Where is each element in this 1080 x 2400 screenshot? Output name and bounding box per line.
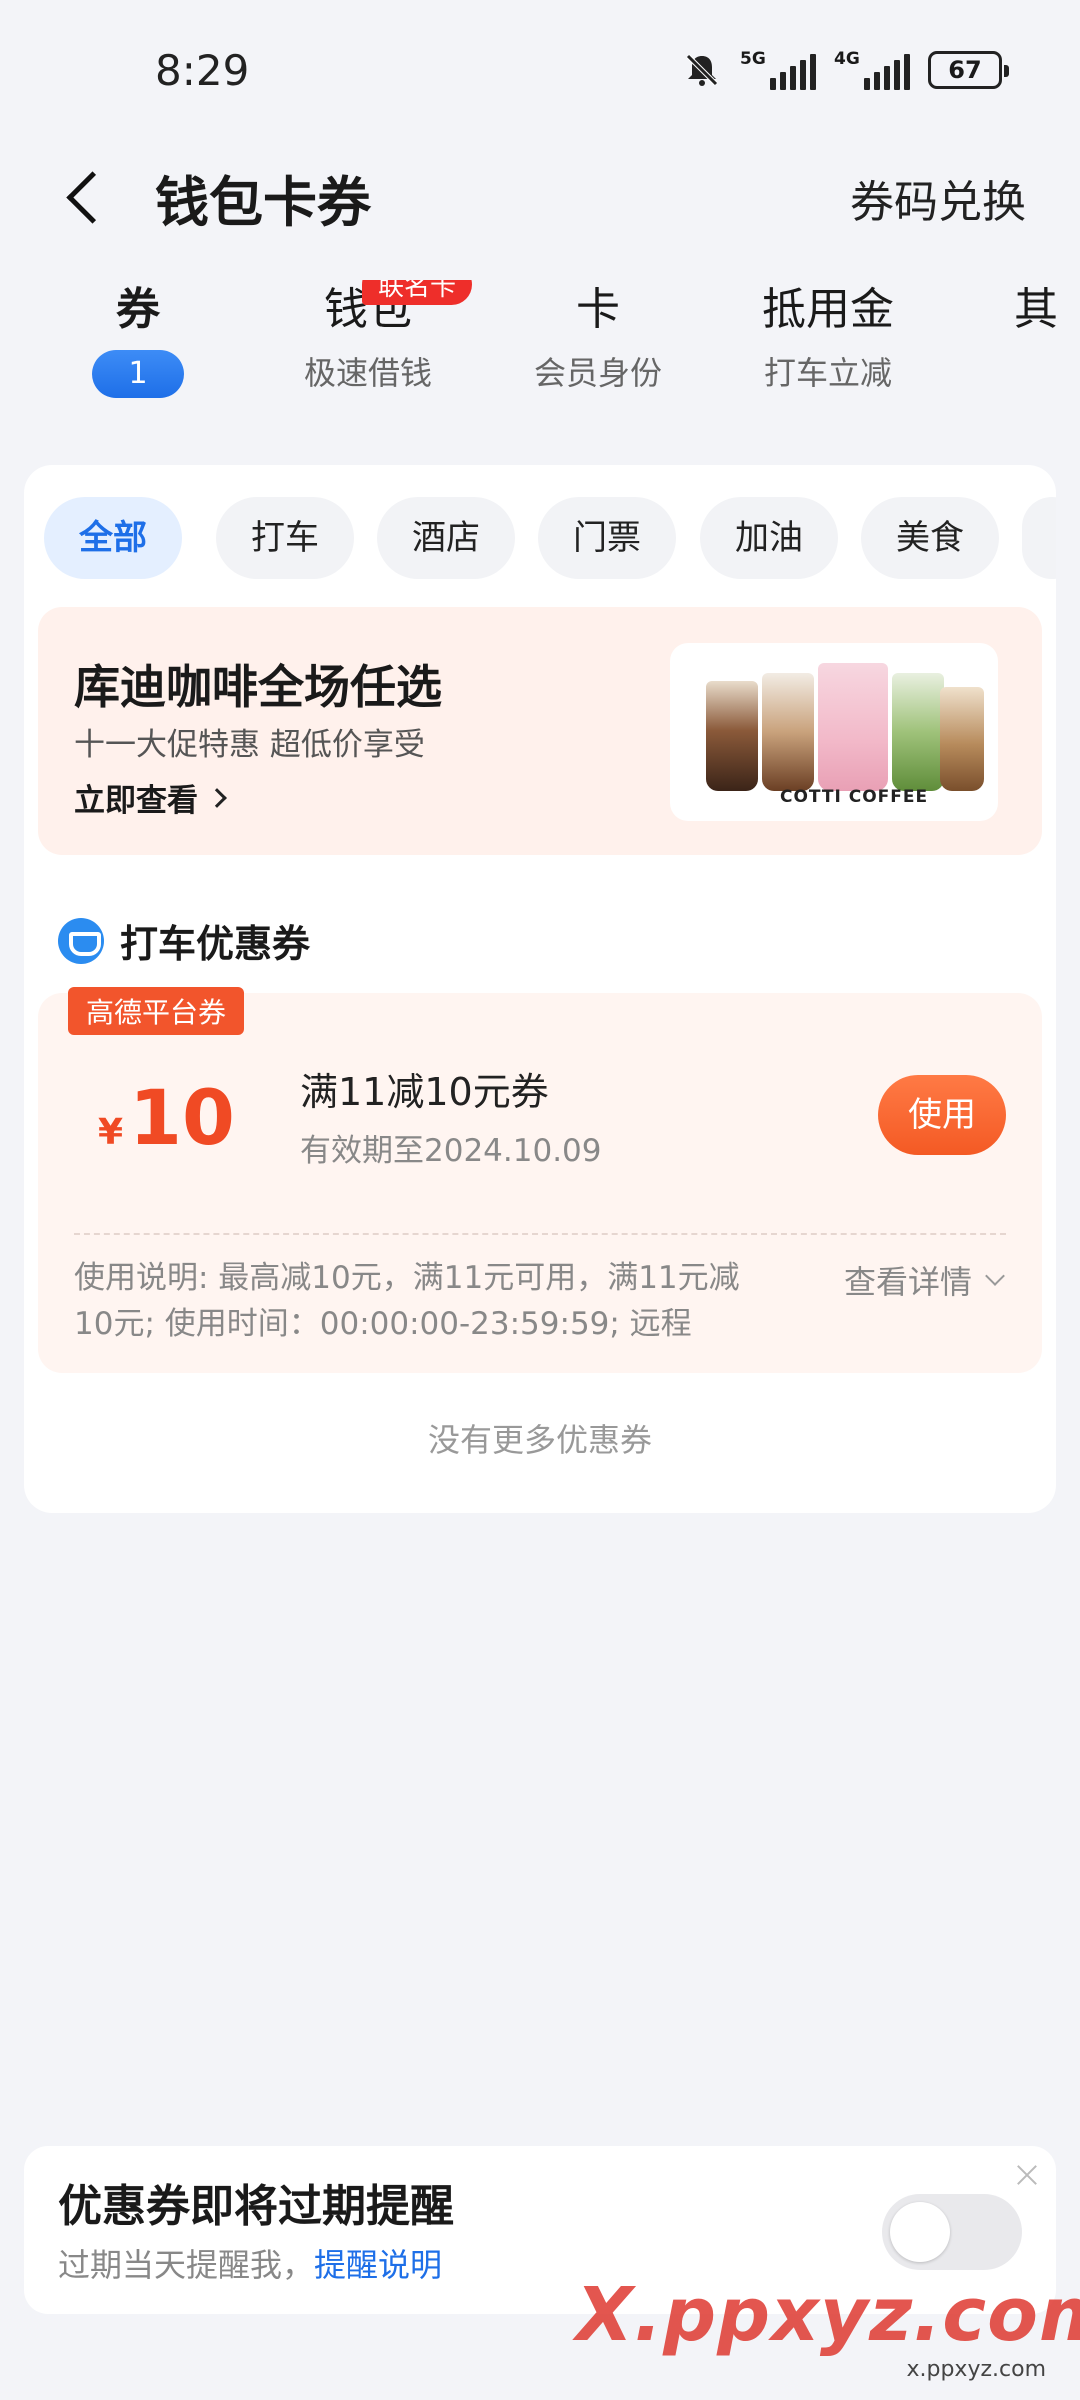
- coupon-count-badge: 1: [92, 350, 184, 398]
- tab-label: 抵用金: [762, 284, 894, 335]
- redeem-code-button[interactable]: 券码兑换: [850, 166, 1026, 230]
- promo-subtitle: 十一大促特惠 超低价享受: [74, 727, 425, 763]
- watermark-logo: X.ppxyz.com: [576, 2272, 1080, 2358]
- coupon-amount: ¥ 10: [98, 1073, 235, 1162]
- amount-value: 10: [129, 1073, 235, 1162]
- coupon-list-card: 全部 打车 酒店 门票 加油 美食 库迪咖啡全场任选 十一大促特惠 超低价享受 …: [24, 465, 1056, 1513]
- tab-cards[interactable]: 卡 会员身份: [488, 280, 708, 394]
- cobrand-card-badge: 联名卡: [362, 280, 473, 305]
- tab-sublabel: 打车立减: [763, 354, 892, 392]
- coupon-name: 满11减10元券: [300, 1070, 549, 1114]
- tab-other[interactable]: 其: [948, 280, 1068, 340]
- chip-fuel[interactable]: 加油: [700, 497, 838, 579]
- tab-sublabel: 会员身份: [533, 354, 662, 392]
- taxi-coupons-section-header: 打车优惠券: [58, 913, 310, 968]
- reminder-title: 优惠券即将过期提醒: [58, 2181, 454, 2232]
- coupon-card[interactable]: 高德平台券 ¥ 10 满11减10元券 有效期至2024.10.09 使用 使用…: [38, 987, 1042, 1373]
- coffee-product-image: COTTI COFFEE: [670, 643, 998, 821]
- category-chips: 全部 打车 酒店 门票 加油 美食: [44, 497, 1056, 581]
- promo-banner[interactable]: 库迪咖啡全场任选 十一大促特惠 超低价享受 立即查看 COTTI COFFEE: [38, 607, 1042, 855]
- view-details-button[interactable]: 查看详情: [843, 1257, 1005, 1303]
- tab-sublabel: 极速借钱: [303, 354, 432, 392]
- cotti-coffee-logo: COTTI COFFEE: [780, 787, 929, 807]
- coupon-usage-description: 使用说明: 最高减10元，满11元可用，满11元减10元; 使用时间：00:00…: [74, 1260, 740, 1342]
- chevron-right-icon: [207, 787, 227, 808]
- currency-symbol: ¥: [98, 1112, 124, 1153]
- bell-muted-icon: [686, 54, 718, 86]
- section-title: 打车优惠券: [120, 922, 311, 966]
- chevron-down-icon: [985, 1266, 1005, 1286]
- signal-5g-icon: 5G: [740, 50, 816, 90]
- status-bar: 8:29 5G 4G 67: [0, 0, 1080, 140]
- signal-4g-label: 4G: [834, 49, 860, 69]
- status-icons: 5G 4G 67: [682, 50, 1009, 90]
- page-title: 钱包卡券: [155, 171, 371, 234]
- back-icon[interactable]: [60, 165, 120, 225]
- tab-label: 券: [116, 284, 160, 335]
- view-details-label: 查看详情: [843, 1263, 972, 1301]
- chip-tickets[interactable]: 门票: [538, 497, 676, 579]
- chip-taxi[interactable]: 打车: [216, 497, 354, 579]
- watermark: X.ppxyz.com x.ppxyz.com: [576, 2272, 1080, 2382]
- signal-4g-icon: 4G: [834, 50, 910, 90]
- tab-label: 其: [1014, 284, 1058, 335]
- close-icon[interactable]: [1012, 2160, 1042, 2190]
- signal-5g-label: 5G: [740, 49, 766, 69]
- use-coupon-button[interactable]: 使用: [878, 1075, 1006, 1155]
- top-tabs: 券 1 钱包 极速借钱 联名卡 卡 会员身份 抵用金 打车立减 其: [0, 280, 1080, 420]
- coupon-platform-tag: 高德平台券: [68, 987, 245, 1035]
- promo-title: 库迪咖啡全场任选: [74, 660, 442, 714]
- battery-icon: 67: [928, 51, 1009, 89]
- watermark-url: x.ppxyz.com: [906, 2357, 1046, 2382]
- chip-food[interactable]: 美食: [861, 497, 999, 579]
- reminder-info-link[interactable]: 提醒说明: [314, 2246, 442, 2284]
- promo-link-label: 立即查看: [74, 783, 198, 819]
- status-time: 8:29: [155, 46, 250, 95]
- divider: [74, 1233, 1006, 1235]
- chip-all[interactable]: 全部: [44, 497, 182, 579]
- reminder-sub-text: 过期当天提醒我，: [58, 2246, 315, 2284]
- chip-hotel[interactable]: 酒店: [377, 497, 515, 579]
- tab-coupons[interactable]: 券 1: [28, 280, 248, 398]
- coupon-validity: 有效期至2024.10.09: [300, 1133, 602, 1169]
- reminder-toggle[interactable]: [882, 2194, 1022, 2270]
- promo-view-link[interactable]: 立即查看: [74, 775, 227, 820]
- app-header: 钱包卡券 券码兑换: [0, 140, 1080, 250]
- tab-label: 卡: [576, 284, 620, 335]
- reminder-subtitle: 过期当天提醒我，提醒说明: [58, 2240, 442, 2286]
- taxi-icon: [58, 917, 104, 964]
- tab-vouchers[interactable]: 抵用金 打车立减: [718, 280, 938, 394]
- no-more-coupons-text: 没有更多优惠券: [427, 1421, 652, 1459]
- chip-more[interactable]: [1022, 497, 1056, 579]
